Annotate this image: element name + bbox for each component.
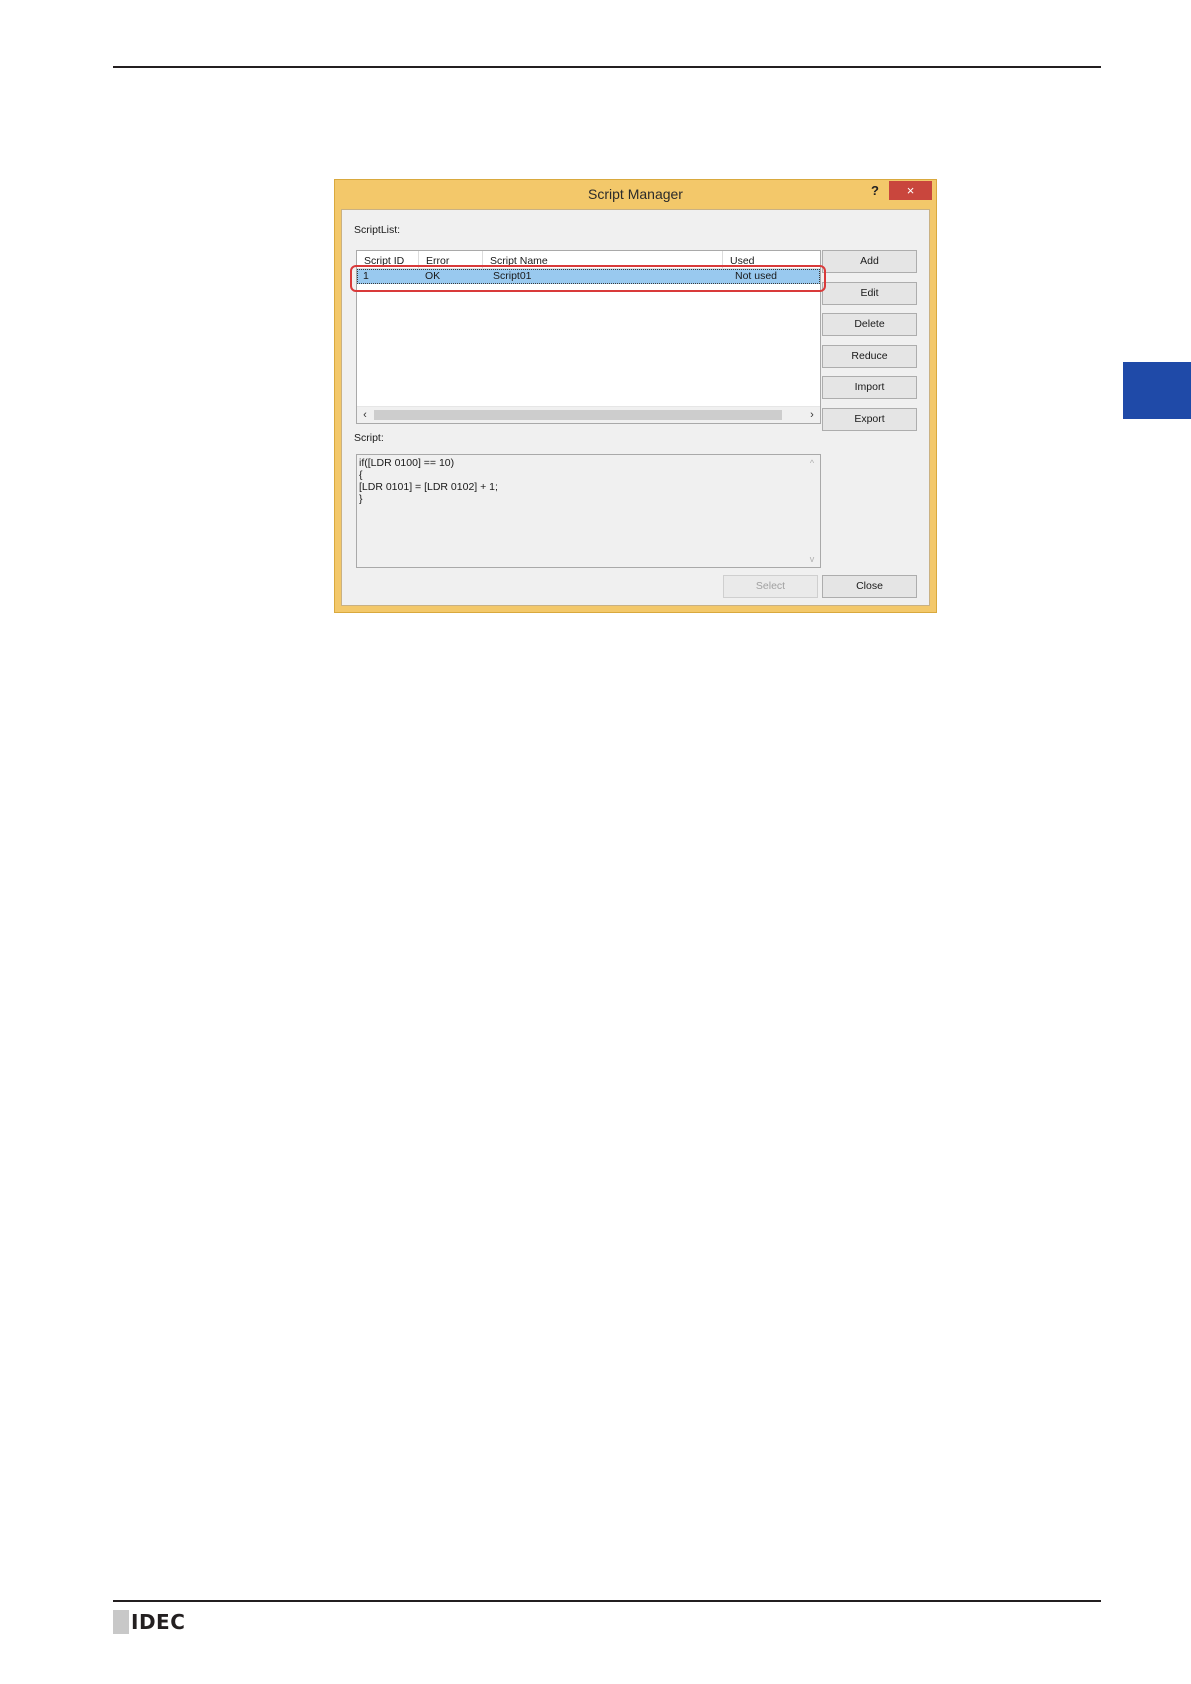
scroll-up-icon[interactable]: ^ [804,456,820,470]
chapter-tab [1123,362,1191,419]
import-button[interactable]: Import [822,376,917,399]
close-icon: × [906,183,915,198]
vertical-scrollbar[interactable]: ^ v [804,455,820,567]
logo-mark [113,1610,129,1634]
header-rule [113,66,1101,68]
script-preview[interactable]: if([LDR 0100] == 10) { [LDR 0101] = [LDR… [356,454,821,568]
close-window-button[interactable]: × [889,181,932,200]
select-button[interactable]: Select [723,575,818,598]
delete-button[interactable]: Delete [822,313,917,336]
reduce-button[interactable]: Reduce [822,345,917,368]
script-label: Script: [354,432,384,444]
code-line: if([LDR 0100] == 10) [359,457,455,469]
scroll-thumb[interactable] [374,410,782,420]
horizontal-scrollbar[interactable]: ‹ › [357,406,820,423]
script-manager-dialog: Script Manager ? × ScriptList: Script ID… [334,179,937,613]
footer-rule [113,1600,1101,1602]
logo-text: IDEC [131,1610,186,1634]
script-list-label: ScriptList: [354,224,401,236]
edit-button[interactable]: Edit [822,282,917,305]
scroll-right-icon[interactable]: › [804,407,820,423]
export-button[interactable]: Export [822,408,917,431]
code-line: } [359,493,363,505]
help-button[interactable]: ? [862,182,888,200]
dialog-title: Script Manager [588,186,683,202]
title-bar[interactable]: Script Manager ? × [335,180,936,210]
scroll-left-icon[interactable]: ‹ [357,407,373,423]
scroll-down-icon[interactable]: v [804,552,820,566]
close-button[interactable]: Close [822,575,917,598]
code-line: [LDR 0101] = [LDR 0102] + 1; [359,481,498,493]
idec-logo: IDEC [113,1610,185,1634]
add-button[interactable]: Add [822,250,917,273]
code-line: { [359,469,363,481]
row-highlight-outline [350,265,826,292]
